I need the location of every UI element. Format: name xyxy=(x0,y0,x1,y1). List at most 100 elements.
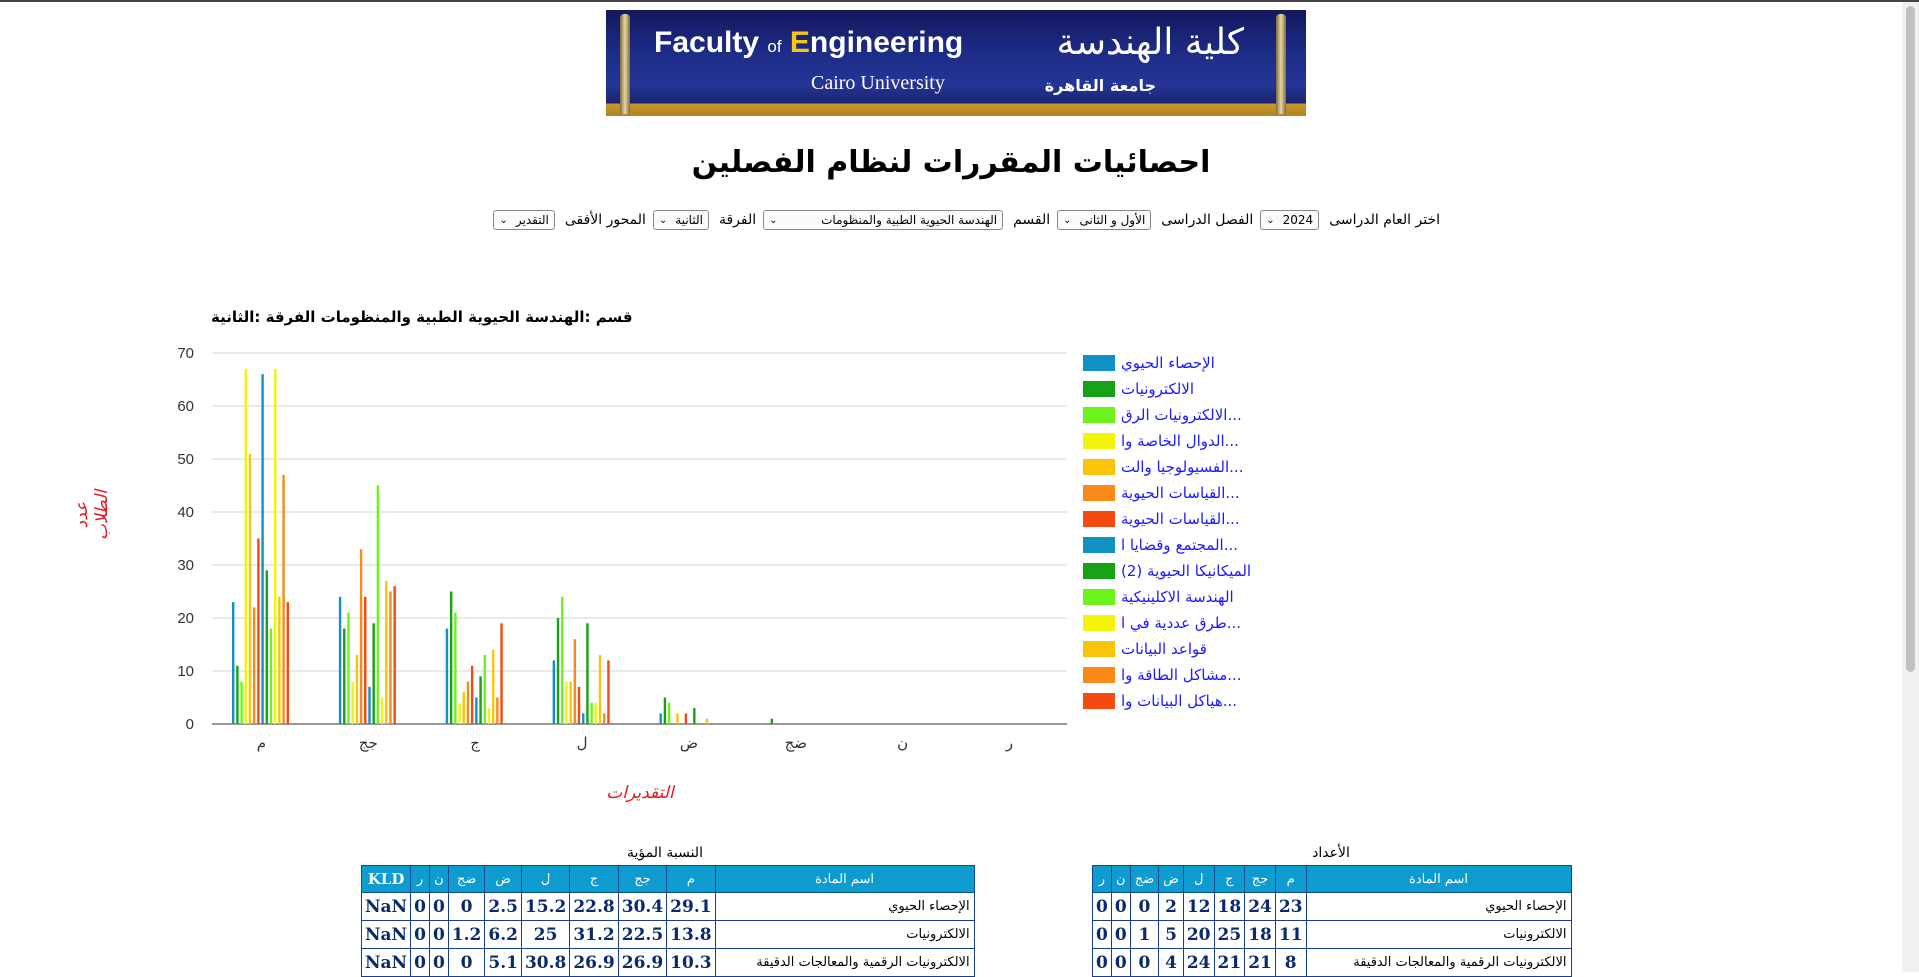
x-tick-label: ر xyxy=(1005,734,1013,752)
legend-swatch xyxy=(1083,693,1115,709)
x-tick-label: ل xyxy=(577,734,588,752)
x-tick-label: ض xyxy=(680,734,698,752)
value-cell: 29.1 xyxy=(666,892,716,921)
value-cell: 30.4 xyxy=(617,892,668,921)
legend-item[interactable]: الإحصاء الحيوي xyxy=(1083,350,1251,376)
legend-item[interactable]: القياسات الحيوية... xyxy=(1083,480,1251,506)
legend-label: الميكانيكا الحيوية (2) xyxy=(1121,562,1252,580)
value-cell: 10.3 xyxy=(666,948,716,977)
legend-item[interactable]: مشاكل الطاقة وا... xyxy=(1083,662,1251,688)
column-header: جج xyxy=(1244,865,1276,893)
chart-bar xyxy=(282,474,285,724)
table-row: الالكترونيات الرقمية والمعالجات الدقيقة 8… xyxy=(1092,948,1572,977)
chart-bar xyxy=(487,708,491,724)
chart-bar xyxy=(257,538,260,724)
chart-bar xyxy=(594,702,598,724)
chart-bar xyxy=(274,368,277,724)
legend-swatch xyxy=(1083,667,1115,683)
value-cell: 1 xyxy=(1129,920,1160,949)
chart-bar xyxy=(445,628,449,724)
chart-bar xyxy=(372,623,375,724)
legend-item[interactable]: الهندسة الاكلينيكية xyxy=(1083,584,1251,610)
column-header: ض xyxy=(1158,865,1184,893)
chart-bar xyxy=(286,602,289,724)
legend-item[interactable]: الالكترونيات الرق... xyxy=(1083,402,1251,428)
legend-swatch xyxy=(1083,407,1115,423)
chart-bar xyxy=(355,655,359,724)
grade-distribution-chart: 010203040506070م جج ج ل ض ضج ن ر xyxy=(177,345,1067,753)
semester-label: الفصل الدراسى xyxy=(1161,212,1254,228)
chart-bar xyxy=(376,485,380,724)
legend-swatch xyxy=(1083,511,1115,527)
value-cell: 12 xyxy=(1182,892,1215,921)
chart-bar xyxy=(240,681,243,724)
chart-bar xyxy=(607,660,610,724)
value-cell: 1.2 xyxy=(447,920,486,949)
chart-bar xyxy=(659,713,662,724)
value-cell: 0 xyxy=(410,892,430,921)
value-cell: NaN xyxy=(360,920,412,949)
chart-bar xyxy=(573,639,577,724)
table-row: الالكترونيات 11 18 25 20 5 1 0 0 xyxy=(1092,920,1572,949)
legend-item[interactable]: طرق عددية في ا... xyxy=(1083,610,1251,636)
column-header: ض xyxy=(484,865,522,893)
legend-item[interactable]: الفسيولوجيا والت... xyxy=(1083,454,1251,480)
pillar-right-decoration xyxy=(1276,14,1286,114)
value-cell: 25 xyxy=(1213,920,1246,949)
legend-swatch xyxy=(1083,381,1115,397)
value-cell: 8 xyxy=(1274,948,1307,977)
course-name-cell: الإحصاء الحيوي xyxy=(714,892,975,921)
value-cell: 0 xyxy=(410,920,430,949)
vertical-scrollbar[interactable] xyxy=(1902,2,1919,972)
chart-bar xyxy=(552,660,556,724)
legend-item[interactable]: الميكانيكا الحيوية (2) xyxy=(1083,558,1251,584)
legend-label: الهندسة الاكلينيكية xyxy=(1121,588,1234,606)
legend-item[interactable]: القياسات الحيوية... xyxy=(1083,506,1251,532)
value-cell: 20 xyxy=(1182,920,1215,949)
y-tick-label: 20 xyxy=(177,610,194,627)
value-cell: 6.2 xyxy=(484,920,522,949)
chart-bar xyxy=(389,591,392,724)
column-header: ضج xyxy=(1129,865,1160,893)
legend-item[interactable]: هياكل البيانات وا... xyxy=(1083,688,1251,714)
value-cell: 0 xyxy=(1110,920,1131,949)
legend-item[interactable]: الالكترونيات xyxy=(1083,376,1251,402)
legend-item[interactable]: المجتمع وقضايا ا... xyxy=(1083,532,1251,558)
legend-label: القياسات الحيوية... xyxy=(1121,510,1240,528)
column-header: م xyxy=(666,865,716,893)
chart-bar xyxy=(770,718,773,724)
chart-bar xyxy=(565,681,568,724)
value-cell: 24 xyxy=(1182,948,1215,977)
chevron-down-icon: ⌄ xyxy=(1266,214,1275,226)
legend-label: الفسيولوجيا والت... xyxy=(1121,458,1244,476)
value-cell: 26.9 xyxy=(617,948,668,977)
chart-bar xyxy=(479,676,482,724)
course-name-cell: الإحصاء الحيوي xyxy=(1305,892,1572,921)
legend-label: الدوال الخاصة وا... xyxy=(1121,432,1239,450)
chart-bar xyxy=(454,612,457,724)
x-tick-label: م xyxy=(257,734,266,752)
column-header: ل xyxy=(1182,865,1215,893)
chart-bar xyxy=(232,602,235,724)
chart-bar xyxy=(458,702,461,724)
value-cell: 2.5 xyxy=(484,892,522,921)
value-cell: 0 xyxy=(428,948,449,977)
scrollbar-thumb[interactable] xyxy=(1906,6,1915,672)
x-tick-label: ج xyxy=(470,734,480,753)
chart-bar xyxy=(598,655,602,724)
legend-item[interactable]: الدوال الخاصة وا... xyxy=(1083,428,1251,454)
legend-swatch xyxy=(1083,355,1115,371)
value-cell: 0 xyxy=(447,892,486,921)
value-cell: 18 xyxy=(1213,892,1246,921)
chart-bar xyxy=(338,596,342,724)
column-header: اسم المادة xyxy=(714,865,975,893)
year-select[interactable]: 2024 ⌄ xyxy=(1260,210,1320,230)
chart-bar xyxy=(359,549,363,724)
legend-item[interactable]: قواعد البيانات xyxy=(1083,636,1251,662)
year-label: اختر العام الدراسى xyxy=(1329,212,1440,228)
chart-bar xyxy=(561,596,564,724)
chart-bar xyxy=(663,697,667,724)
chart-bar xyxy=(556,618,560,724)
y-tick-label: 30 xyxy=(177,557,194,574)
legend-label: الالكترونيات xyxy=(1121,380,1195,398)
